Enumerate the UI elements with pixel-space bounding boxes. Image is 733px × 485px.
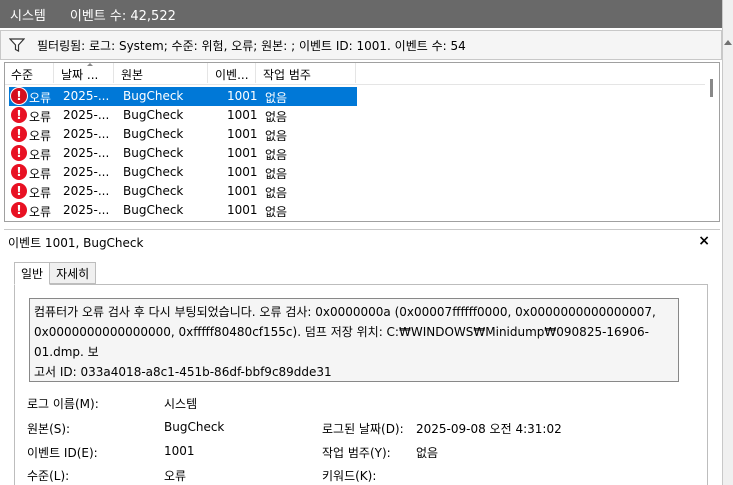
detail-tabs: 일반 자세히 [14,262,97,285]
row-category: 없음 [265,91,288,105]
row-category: 없음 [265,110,288,124]
event-row[interactable]: ! 오류 2025-... BugCheck 1001 없음 [9,144,357,163]
source-label: 원본(S): [27,422,71,436]
row-source: BugCheck [123,165,184,179]
row-level: 오류 [29,186,52,200]
row-date: 2025-... [63,146,110,160]
row-level: 오류 [29,91,52,105]
row-source: BugCheck [123,203,184,217]
row-source: BugCheck [123,108,184,122]
scrollbar-thumb[interactable] [710,79,713,97]
description-line: 고서 ID: 033a4018-a8c1-451b-86df-bbf9c89dd… [34,365,332,379]
filter-description: 필터링됨: 로그: System; 수준: 위험, 오류; 원본: ; 이벤트 … [37,38,466,53]
error-icon: ! [11,126,27,142]
log-name: 시스템 [10,8,46,24]
row-level: 오류 [29,205,52,219]
event-description[interactable]: 컴퓨터가 오류 검사 후 다시 부팅되었습니다. 오류 검사: 0x000000… [29,298,679,382]
event-row[interactable]: ! 오류 2025-... BugCheck 1001 없음 [9,87,357,106]
row-event-id: 1001 [227,146,258,160]
row-event-id: 1001 [227,108,258,122]
row-category: 없음 [265,186,288,200]
row-date: 2025-... [63,203,110,217]
event-row[interactable]: ! 오류 2025-... BugCheck 1001 없음 [9,163,357,182]
event-id-label: 이벤트 ID(E): [27,446,98,460]
detail-title: 이벤트 1001, BugCheck [8,236,144,250]
column-header-row: 수준 날짜 ... 원본 이벤... 작업 범주 [5,63,705,85]
error-icon: ! [11,164,27,180]
event-row[interactable]: ! 오류 2025-... BugCheck 1001 없음 [9,201,357,220]
row-source: BugCheck [123,127,184,141]
row-event-id: 1001 [227,184,258,198]
close-icon[interactable]: × [698,233,710,249]
level-value: 오류 [164,469,187,483]
row-event-id: 1001 [227,165,258,179]
level-label: 수준(L): [27,469,70,483]
event-row[interactable]: ! 오류 2025-... BugCheck 1001 없음 [9,182,357,201]
row-level: 오류 [29,110,52,124]
row-level: 오류 [29,167,52,181]
funnel-icon [8,38,26,52]
column-header-level[interactable]: 수준 [11,66,33,83]
column-header-event-id[interactable]: 이벤... [215,66,249,83]
event-list[interactable]: 수준 날짜 ... 원본 이벤... 작업 범주 ! 오류 2025-... BugC… [4,62,720,222]
column-header-category[interactable]: 작업 범주 [263,66,311,83]
error-icon: ! [11,202,27,218]
log-titlebar: 시스템 이벤트 수: 42,522 [0,0,722,28]
row-event-id: 1001 [227,127,258,141]
error-icon: ! [11,88,27,104]
row-category: 없음 [265,167,288,181]
scroll-up-arrow-icon[interactable] [724,40,732,45]
error-icon: ! [11,183,27,199]
error-icon: ! [11,107,27,123]
row-category: 없음 [265,148,288,162]
row-date: 2025-... [63,89,110,103]
row-level: 오류 [29,148,52,162]
logged-date-label: 로그된 날짜(D): [322,422,404,436]
row-level: 오류 [29,129,52,143]
general-tab-panel: 컴퓨터가 오류 검사 후 다시 부팅되었습니다. 오류 검사: 0x000000… [14,284,708,485]
right-scroll-strip[interactable] [722,0,733,485]
description-line: 0x0000000000000000, 0xfffff80480cf155c).… [34,325,649,359]
filter-bar: 필터링됨: 로그: System; 수준: 위험, 오류; 원본: ; 이벤트 … [0,30,722,60]
log-name-label: 로그 이름(M): [27,397,99,411]
event-id-value: 1001 [164,444,195,458]
column-header-source[interactable]: 원본 [121,66,143,83]
column-header-date[interactable]: 날짜 ... [61,66,98,83]
tab-general[interactable]: 일반 [14,262,51,285]
row-category: 없음 [265,129,288,143]
description-line: 컴퓨터가 오류 검사 후 다시 부팅되었습니다. 오류 검사: 0x000000… [34,305,656,319]
list-scrollbar[interactable] [705,63,719,221]
tab-details[interactable]: 자세히 [49,262,97,284]
task-category-label: 작업 범주(Y): [322,446,391,460]
row-date: 2025-... [63,184,110,198]
row-source: BugCheck [123,89,184,103]
log-name-value: 시스템 [164,397,198,411]
detail-header: 이벤트 1001, BugCheck × [4,229,720,255]
row-event-id: 1001 [227,203,258,217]
logged-date-value: 2025-09-08 오전 4:31:02 [416,422,562,436]
row-date: 2025-... [63,108,110,122]
row-category: 없음 [265,205,288,219]
row-date: 2025-... [63,165,110,179]
row-date: 2025-... [63,127,110,141]
keywords-label: 키워드(K): [322,469,377,483]
event-count: 이벤트 수: 42,522 [69,8,176,24]
error-icon: ! [11,145,27,161]
event-row[interactable]: ! 오류 2025-... BugCheck 1001 없음 [9,106,357,125]
row-source: BugCheck [123,146,184,160]
row-source: BugCheck [123,184,184,198]
event-row[interactable]: ! 오류 2025-... BugCheck 1001 없음 [9,125,357,144]
task-category-value: 없음 [416,446,439,460]
source-value: BugCheck [164,420,225,434]
row-event-id: 1001 [227,89,258,103]
